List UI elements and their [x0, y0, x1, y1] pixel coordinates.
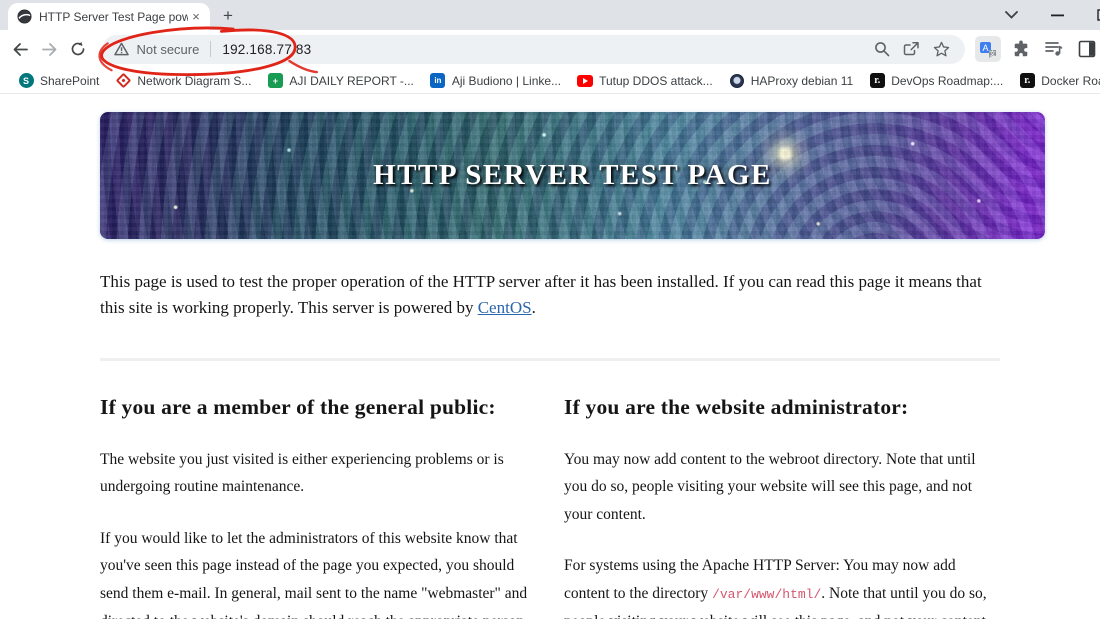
omnibox-divider: [210, 41, 212, 57]
browser-toolbar: Not secure 192.168.77.83 A文: [0, 30, 1100, 68]
haproxy-icon: [729, 73, 745, 89]
tab-close-icon[interactable]: ×: [188, 9, 204, 25]
admin-paragraph-2: For systems using the Apache HTTP Server…: [564, 557, 990, 619]
public-paragraph-2: If you would like to let the administrat…: [100, 529, 528, 619]
search-icon[interactable]: [869, 36, 895, 62]
side-panel-icon[interactable]: [1074, 36, 1100, 62]
roadmap-icon: r.: [869, 73, 885, 89]
reload-icon[interactable]: [66, 36, 91, 62]
tab-strip: HTTP Server Test Page powered × +: [0, 0, 1100, 30]
url-text[interactable]: 192.168.77.83: [222, 42, 311, 57]
bookmark-linkedin[interactable]: in Aji Budiono | Linke...: [422, 70, 569, 92]
public-heading: If you are a member of the general publi…: [100, 394, 496, 419]
public-paragraph-1: The website you just visited is either e…: [100, 450, 504, 496]
browser-tab[interactable]: HTTP Server Test Page powered ×: [8, 3, 210, 30]
bookmark-aji-daily-report[interactable]: + AJI DAILY REPORT -...: [259, 70, 421, 92]
banner-title: HTTP SERVER TEST PAGE: [373, 159, 772, 191]
general-public-section: If you are a member of the general publi…: [100, 395, 536, 619]
diagram-icon: [115, 72, 132, 89]
bookmark-devops-roadmap[interactable]: r. DevOps Roadmap:...: [861, 70, 1011, 92]
sheets-icon: +: [267, 73, 283, 89]
roadmap-icon: r.: [1019, 73, 1035, 89]
centos-link[interactable]: CentOS: [478, 298, 532, 317]
security-label: Not secure: [136, 41, 200, 57]
bookmarks-bar: S SharePoint Network Diagram S... + AJI …: [0, 68, 1100, 94]
administrator-section: If you are the website administrator: Yo…: [564, 395, 1000, 619]
tab-title: HTTP Server Test Page powered: [39, 9, 188, 24]
linkedin-icon: in: [430, 73, 446, 89]
svg-text:A: A: [982, 43, 988, 53]
webroot-path-code: /var/www/html/: [712, 587, 822, 602]
youtube-icon: [577, 73, 594, 89]
translate-icon[interactable]: A文: [974, 36, 1001, 62]
divider: [100, 357, 1000, 361]
bookmark-network-diagram[interactable]: Network Diagram S...: [107, 70, 259, 92]
media-playlist-icon[interactable]: [1041, 36, 1067, 62]
new-tab-button[interactable]: +: [216, 4, 240, 28]
globe-favicon-icon: [17, 9, 32, 24]
bookmark-sharepoint[interactable]: S SharePoint: [10, 70, 107, 92]
admin-heading: If you are the website administrator:: [564, 394, 909, 419]
back-icon[interactable]: [8, 36, 33, 62]
star-icon[interactable]: [929, 36, 955, 62]
share-icon[interactable]: [899, 36, 925, 62]
minimize-icon[interactable]: [1046, 14, 1068, 17]
svg-text:文: 文: [989, 48, 996, 57]
warning-icon[interactable]: [114, 42, 130, 56]
bookmark-docker-roadmap[interactable]: r. Docker Roadmap -...: [1011, 70, 1100, 92]
intro-paragraph: This page is used to test the proper ope…: [100, 272, 982, 318]
test-page-banner: HTTP SERVER TEST PAGE: [100, 112, 1045, 239]
bookmark-haproxy[interactable]: HAProxy debian 11: [721, 70, 862, 92]
sharepoint-icon: S: [18, 73, 34, 89]
tab-search-chevron-icon[interactable]: [1000, 11, 1022, 19]
forward-icon[interactable]: [37, 36, 62, 62]
maximize-icon[interactable]: [1092, 9, 1100, 21]
admin-paragraph-1: You may now add content to the webroot d…: [564, 450, 976, 523]
bookmark-youtube[interactable]: Tutup DDOS attack...: [569, 70, 721, 92]
address-bar[interactable]: Not secure 192.168.77.83: [102, 34, 965, 64]
extensions-icon[interactable]: [1008, 36, 1034, 62]
web-page: HTTP SERVER TEST PAGE This page is used …: [0, 94, 1100, 619]
